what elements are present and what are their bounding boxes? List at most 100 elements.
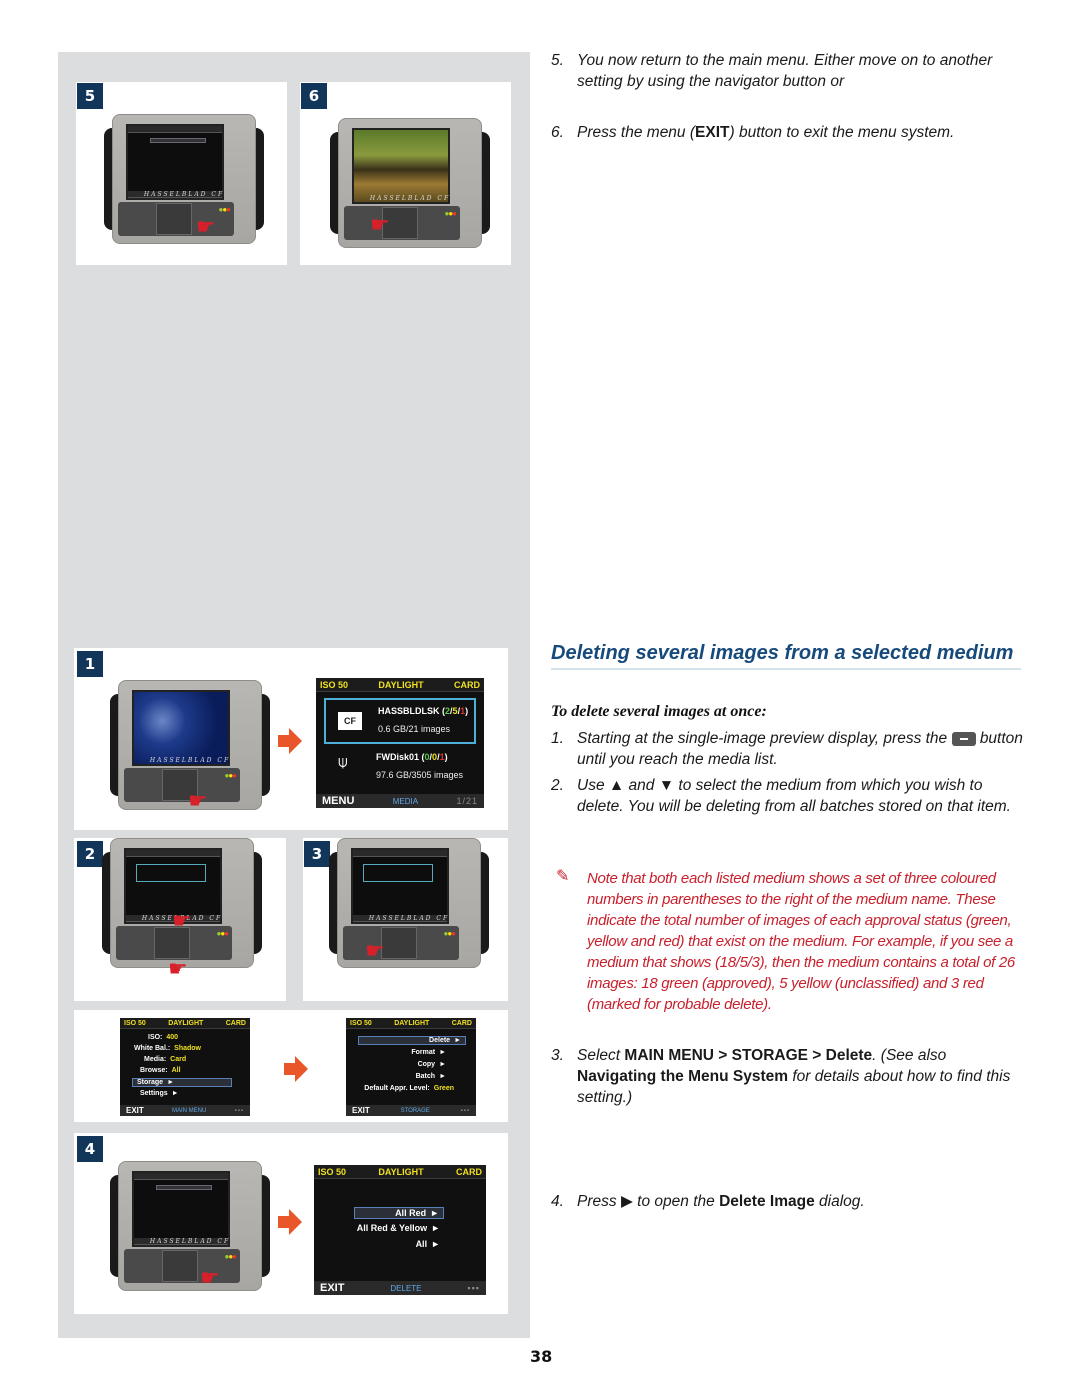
camera-back-device: HASSELBLAD CF ●●● ☛ (110, 680, 270, 813)
procedure-step-4: 4. Press ▶ to open the Delete Image dial… (551, 1193, 865, 1210)
device-brand: HASSELBLAD CF (149, 1238, 231, 1245)
device-lcd (132, 1171, 230, 1247)
camera-back-device: HASSELBLAD CF ●●● ☛ (330, 118, 490, 248)
figure-step-6: 6 HASSELBLAD CF ●●● ☛ (300, 82, 511, 265)
menu-row-delete: Delete ► (358, 1036, 466, 1045)
menu-row-batch: Batch ► (415, 1073, 446, 1080)
camera-back-device: HASSELBLAD CF ●●● ☛ ☛ (102, 838, 262, 981)
figure-step-3: 3 HASSELBLAD CF ●●● ☛ (303, 838, 508, 1001)
pointing-hand-icon: ☛ (172, 908, 192, 933)
procedure-subheading: To delete several images at once: (551, 703, 767, 720)
media-item-cf: CF HASSBLDLSK (2/5/1) 0.6 GB/21 images (324, 698, 476, 744)
status-bar: ISO 50 DAYLIGHT CARD (316, 678, 484, 692)
menu-row-white-balance: White Bal.: Shadow (134, 1045, 202, 1052)
device-brand: HASSELBLAD CF (369, 195, 451, 202)
device-lcd (132, 690, 230, 766)
figure-step-4: 4 HASSELBLAD CF ●●● ☛ ISO 50 DAYLIGHT CARD… (74, 1133, 508, 1314)
camera-back-device: HASSELBLAD CF ●●● ☛ (104, 114, 264, 244)
next-arrow-icon (284, 1056, 308, 1082)
pencil-note-icon: ✎ (556, 868, 570, 885)
menu-row-browse: Browse: All (140, 1067, 181, 1074)
approval-status-note: Note that both each listed medium shows … (587, 870, 1015, 1013)
next-arrow-icon (278, 1209, 302, 1235)
storage-menu-screen: ISO 50 DAYLIGHT CARD Delete ► Format ► Copy ►… (346, 1018, 476, 1116)
step-badge: 4 (77, 1136, 103, 1162)
step-badge: 3 (304, 841, 330, 867)
media-info: 97.6 GB/3505 images (376, 770, 464, 780)
screen-bottom-bar: EXIT DELETE ▪▪▪ (314, 1281, 486, 1295)
menu-row-settings: Settings ► (140, 1090, 179, 1097)
pointing-hand-icon: ☛ (196, 214, 216, 239)
device-button-pad: ●●● (344, 206, 460, 240)
mode-label: DELETE (390, 1283, 422, 1293)
media-label: CARD (454, 680, 480, 690)
step-badge: 2 (77, 841, 103, 867)
procedure-step-2: 2. Use ▲ and ▼ to select the medium from… (551, 777, 1011, 815)
exit-label: EXIT (320, 1282, 345, 1294)
menu-row-media: Media: Card (144, 1056, 187, 1063)
minus-button-icon (951, 731, 976, 746)
mode-label: MEDIA (392, 796, 419, 806)
screen-bottom-bar: EXIT STORAGE ▪▪▪ (346, 1105, 476, 1116)
media-list-screen: ISO 50 DAYLIGHT CARD CF HASSBLDLSK (2/5/… (316, 678, 484, 808)
page-number: 38 (530, 1347, 553, 1366)
instruction-step-5: 5. You now return to the main menu. Eith… (551, 52, 993, 90)
menu-row-format: Format ► (411, 1049, 446, 1056)
device-button-pad: ●●● (124, 1249, 240, 1283)
firewire-icon: ⍦ (338, 754, 348, 771)
cf-card-icon: CF (338, 712, 362, 730)
step-badge: 6 (301, 83, 327, 109)
device-button-pad: ●●● (124, 768, 240, 802)
pointing-hand-icon: ☛ (200, 1265, 220, 1290)
device-button-pad: ●●● (118, 202, 234, 236)
down-arrow-icon: ▼ (658, 777, 675, 794)
step-badge: 5 (77, 83, 103, 109)
screen-bottom-bar: EXIT MAIN MENU ▪▪▪ (120, 1105, 250, 1116)
media-name: FWDisk01 (376, 752, 420, 762)
iso-label: ISO 50 (320, 680, 349, 690)
menu-row-all-red: All Red ► (354, 1207, 444, 1219)
menu-row-copy: Copy ► (417, 1061, 446, 1068)
status-bar: ISO 50 DAYLIGHT CARD (346, 1018, 476, 1029)
media-name: HASSBLDLSK (378, 706, 440, 716)
next-arrow-icon (278, 728, 302, 754)
device-lcd (351, 848, 449, 924)
step-badge: 1 (77, 651, 103, 677)
procedure-step-1: 1. Starting at the single-image preview … (551, 730, 1023, 768)
device-brand: HASSELBLAD CF (368, 915, 450, 922)
figure-menu-navigation: ISO 50 DAYLIGHT CARD ISO: 400 White Bal.: Sh… (74, 1010, 508, 1122)
up-arrow-icon: ▲ (608, 777, 625, 794)
menu-row-all-red-yellow: All Red & Yellow ► (356, 1223, 440, 1233)
device-brand: HASSELBLAD CF (143, 191, 225, 198)
counter-label: 1/21 (456, 796, 478, 806)
procedure-step-3: 3. Select MAIN MENU > STORAGE > Delete. … (551, 1047, 1011, 1106)
screen-bottom-bar: MENU MEDIA 1/21 (316, 794, 484, 808)
pointing-hand-icon: ☛ (365, 938, 385, 963)
menu-label: MENU (322, 795, 355, 807)
section-heading: Deleting several images from a selected … (551, 642, 1021, 670)
figure-step-1: 1 HASSELBLAD CF ●●● ☛ ISO 50 DAYLIGHT CA… (74, 648, 508, 830)
play-right-icon: ▶ (620, 1193, 633, 1210)
device-lcd (126, 124, 224, 200)
figure-step-5: 5 HASSELBLAD CF ●●● ☛ (76, 82, 287, 265)
camera-back-device: HASSELBLAD CF ●●● ☛ (110, 1161, 270, 1291)
device-lcd (352, 128, 450, 204)
device-brand: HASSELBLAD CF (149, 757, 231, 764)
device-button-pad: ●●● (343, 926, 459, 960)
menu-row-iso: ISO: 400 (148, 1034, 179, 1041)
camera-back-device: HASSELBLAD CF ●●● ☛ (329, 838, 489, 968)
menu-row-storage: Storage ► (132, 1078, 232, 1087)
pointing-hand-icon: ☛ (188, 788, 208, 813)
status-bar: ISO 50 DAYLIGHT CARD (120, 1018, 250, 1029)
pointing-hand-icon: ☛ (168, 956, 188, 981)
delete-menu-screen: ISO 50 DAYLIGHT CARD All Red ► All Red & Ye… (314, 1165, 486, 1295)
status-bar: ISO 50 DAYLIGHT CARD (314, 1165, 486, 1179)
main-menu-screen: ISO 50 DAYLIGHT CARD ISO: 400 White Bal.: Sh… (120, 1018, 250, 1116)
media-item-firewire: ⍦ FWDisk01 (0/0/1) 97.6 GB/3505 images (338, 752, 464, 780)
white-balance-label: DAYLIGHT (378, 680, 424, 690)
media-info: 0.6 GB/21 images (378, 724, 451, 734)
menu-row-all: All ► (415, 1239, 440, 1249)
pointing-hand-icon: ☛ (370, 212, 390, 237)
figure-step-2: 2 HASSELBLAD CF ●●● ☛ ☛ (74, 838, 286, 1001)
menu-row-default-approval: Default Appr. Level: Green (364, 1085, 454, 1092)
